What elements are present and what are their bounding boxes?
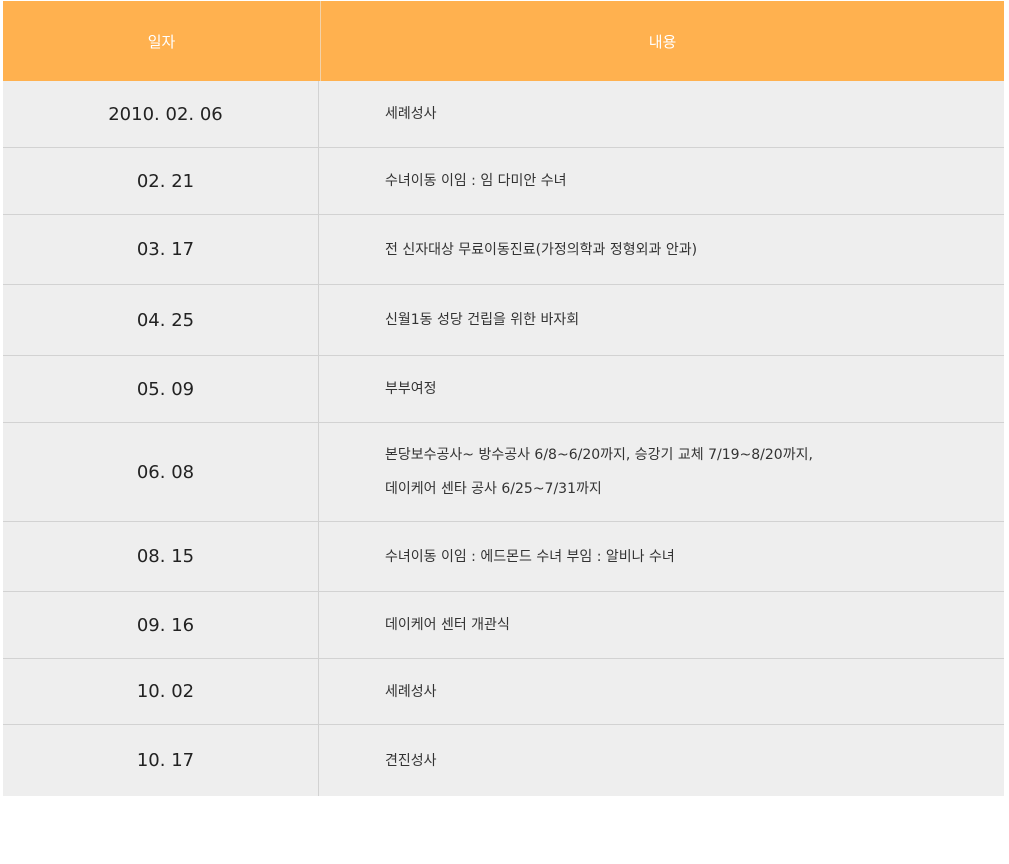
table-row: 04. 25 신월1동 성당 건립을 위한 바자회 (3, 285, 1004, 356)
table-row: 02. 21 수녀이동 이임 : 임 다미안 수녀 (3, 148, 1004, 215)
row-content-line: 본당보수공사~ 방수공사 6/8~6/20까지, 승강기 교체 7/19~8/2… (385, 447, 813, 463)
header-date: 일자 (3, 1, 321, 81)
row-date: 10. 17 (3, 725, 319, 796)
row-content: 수녀이동 이임 : 에드몬드 수녀 부임 : 알비나 수녀 (319, 522, 1004, 591)
row-content: 견진성사 (319, 725, 1004, 796)
row-content-line: 전 신자대상 무료이동진료(가정의학과 정형외과 안과) (385, 241, 698, 258)
row-date: 04. 25 (3, 285, 319, 355)
row-content: 신월1동 성당 건립을 위한 바자회 (319, 285, 1004, 355)
row-content: 전 신자대상 무료이동진료(가정의학과 정형외과 안과) (319, 215, 1004, 284)
row-date: 05. 09 (3, 356, 319, 422)
row-date: 09. 16 (3, 592, 319, 658)
row-date: 03. 17 (3, 215, 319, 284)
table-row: 2010. 02. 06 세례성사 (3, 81, 1004, 148)
row-content-line: 데이케어 센터 개관식 (385, 617, 510, 633)
row-date: 06. 08 (3, 423, 319, 521)
row-content-line: 세례성사 (385, 683, 437, 700)
table-row: 05. 09 부부여정 (3, 356, 1004, 423)
row-content-line: 수녀이동 이임 : 에드몬드 수녀 부임 : 알비나 수녀 (385, 548, 675, 565)
table-header-row: 일자 내용 (3, 1, 1004, 81)
row-content: 세례성사 (319, 659, 1004, 724)
row-content: 데이케어 센터 개관식 (319, 592, 1004, 658)
table-row: 10. 17 견진성사 (3, 725, 1004, 796)
row-date: 2010. 02. 06 (3, 81, 319, 147)
table-row: 06. 08 본당보수공사~ 방수공사 6/8~6/20까지, 승강기 교체 7… (3, 423, 1004, 522)
row-content: 수녀이동 이임 : 임 다미안 수녀 (319, 148, 1004, 214)
history-table: 일자 내용 2010. 02. 06 세례성사 02. 21 수녀이동 이임 :… (3, 1, 1004, 796)
row-content-line: 신월1동 성당 건립을 위한 바자회 (385, 312, 580, 328)
row-content: 세례성사 (319, 81, 1004, 147)
header-content: 내용 (648, 32, 677, 51)
row-content-line: 데이케어 센타 공사 6/25~7/31까지 (385, 481, 602, 497)
row-content: 본당보수공사~ 방수공사 6/8~6/20까지, 승강기 교체 7/19~8/2… (319, 423, 1004, 521)
row-date: 08. 15 (3, 522, 319, 591)
row-content: 부부여정 (319, 356, 1004, 422)
table-row: 10. 02 세례성사 (3, 659, 1004, 725)
row-date: 10. 02 (3, 659, 319, 724)
row-content-line: 부부여정 (385, 381, 437, 397)
row-date: 02. 21 (3, 148, 319, 214)
table-row: 08. 15 수녀이동 이임 : 에드몬드 수녀 부임 : 알비나 수녀 (3, 522, 1004, 592)
row-content-line: 세례성사 (385, 106, 437, 122)
row-content-line: 견진성사 (385, 752, 437, 769)
row-content-line: 수녀이동 이임 : 임 다미안 수녀 (385, 173, 567, 189)
table-row: 09. 16 데이케어 센터 개관식 (3, 592, 1004, 659)
table-row: 03. 17 전 신자대상 무료이동진료(가정의학과 정형외과 안과) (3, 215, 1004, 285)
